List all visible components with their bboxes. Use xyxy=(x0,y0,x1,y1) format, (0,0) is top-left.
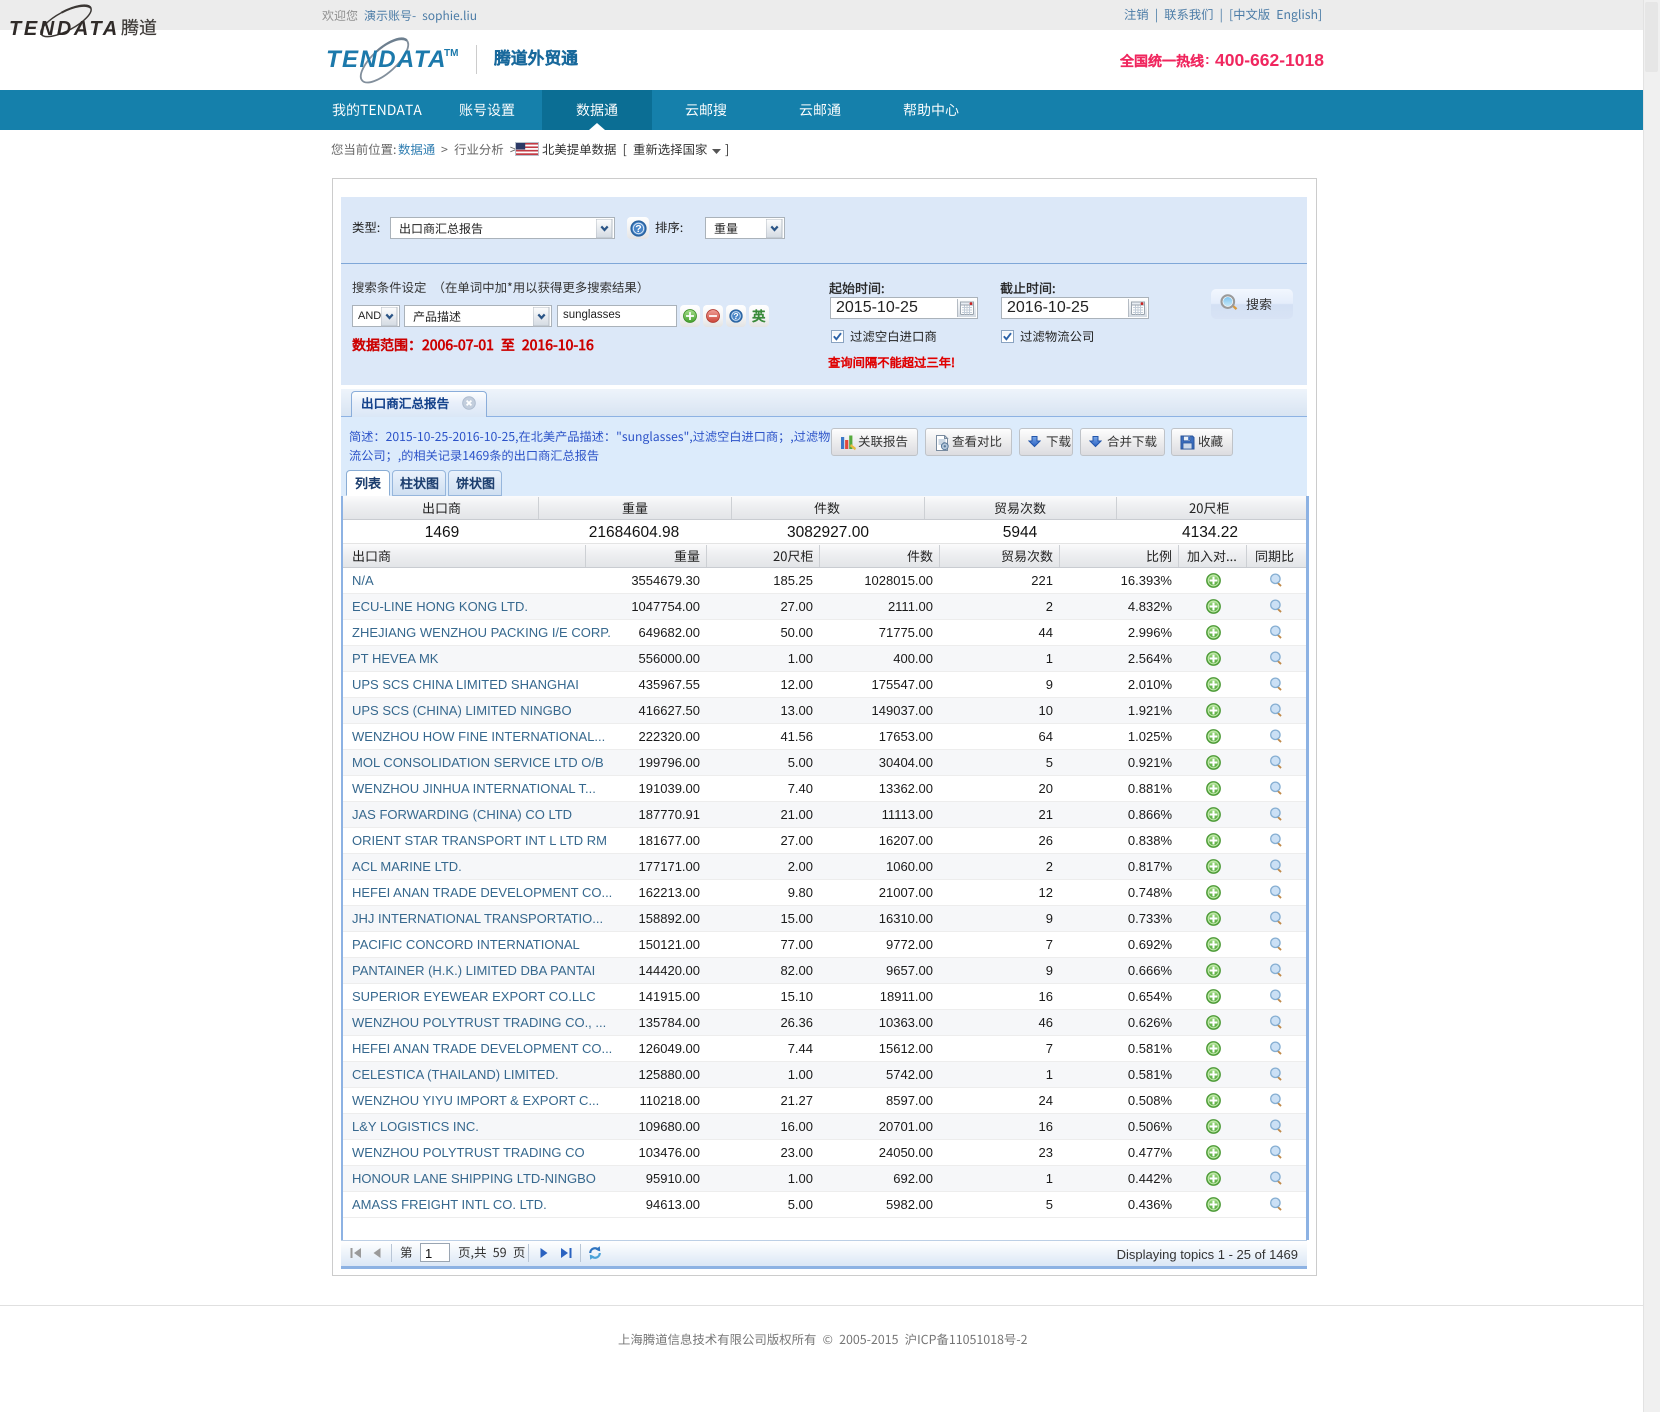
svg-text:TENDATA: TENDATA xyxy=(326,46,447,73)
svg-text:?: ? xyxy=(635,223,641,235)
svg-text:?: ? xyxy=(733,311,738,321)
svg-text:TENDATA: TENDATA xyxy=(9,18,120,40)
svg-text:TM: TM xyxy=(444,48,458,59)
